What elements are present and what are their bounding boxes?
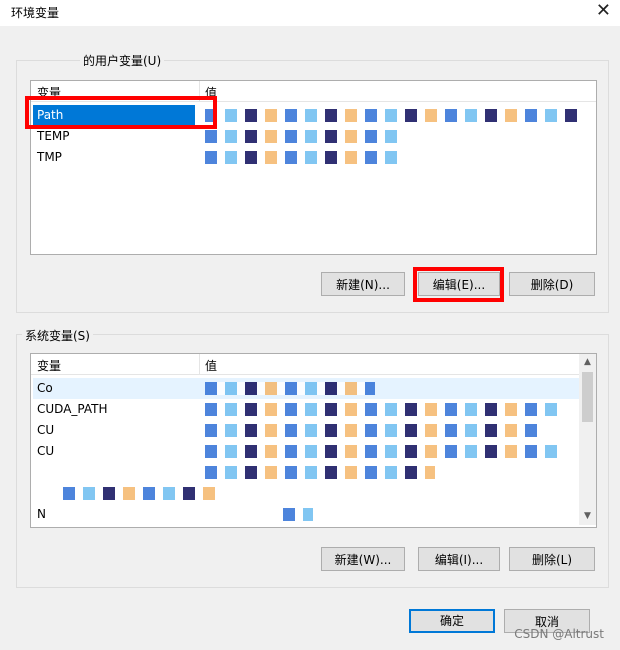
- column-separator: [199, 354, 200, 374]
- scroll-up-icon[interactable]: ▲: [579, 354, 596, 371]
- table-row[interactable]: N: [33, 504, 579, 525]
- table-row[interactable]: TEMP: [33, 126, 593, 147]
- user-new-button[interactable]: 新建(N)...: [321, 272, 405, 296]
- table-row[interactable]: CU: [33, 420, 579, 441]
- redacted-value: [205, 109, 577, 122]
- row-variable-name: N: [37, 507, 46, 521]
- close-icon[interactable]: ✕: [596, 1, 611, 21]
- title-bar: 环境变量 ✕: [0, 0, 620, 26]
- scroll-down-icon[interactable]: ▼: [579, 508, 596, 525]
- table-row[interactable]: [33, 462, 579, 483]
- redacted-value: [63, 487, 223, 500]
- user-variables-label: 的用户变量(U): [80, 52, 165, 69]
- column-header-value[interactable]: 值: [205, 357, 217, 374]
- redacted-value: [205, 382, 375, 395]
- table-row[interactable]: Co: [33, 378, 579, 399]
- row-variable-name: TMP: [37, 150, 62, 164]
- redacted-value: [205, 151, 405, 164]
- redacted-value: [205, 466, 435, 479]
- highlight-box-edit: [413, 267, 504, 302]
- table-row[interactable]: CUDA_PATH: [33, 399, 579, 420]
- window-title: 环境变量: [11, 6, 60, 20]
- redacted-value: [283, 508, 313, 521]
- redacted-value: [205, 424, 545, 437]
- row-variable-name: CU: [37, 444, 55, 458]
- row-variable-name: Co: [37, 381, 53, 395]
- vertical-scrollbar[interactable]: ▲ ▼: [579, 354, 596, 525]
- redacted-value: [205, 130, 405, 143]
- highlight-box-path: [25, 96, 217, 129]
- row-variable-name: TEMP: [37, 129, 70, 143]
- redacted-value: [205, 445, 565, 458]
- table-row[interactable]: TMP: [33, 147, 593, 168]
- ok-button[interactable]: 确定: [409, 609, 495, 633]
- table-row[interactable]: CU: [33, 441, 579, 462]
- scrollbar-thumb[interactable]: [582, 372, 593, 422]
- system-variables-list[interactable]: 变量 值 Co CUDA_PATH CU CU N ▲ ▼: [30, 353, 597, 528]
- row-variable-name: CU: [37, 423, 55, 437]
- redacted-value: [205, 403, 565, 416]
- system-variables-label: 系统变量(S): [22, 327, 93, 344]
- system-edit-button[interactable]: 编辑(I)...: [418, 547, 500, 571]
- user-delete-button[interactable]: 删除(D): [509, 272, 595, 296]
- row-variable-name: CUDA_PATH: [37, 402, 108, 416]
- watermark: CSDN @Altrust: [514, 627, 604, 641]
- column-header-variable[interactable]: 变量: [37, 357, 61, 374]
- system-new-button[interactable]: 新建(W)...: [321, 547, 405, 571]
- system-delete-button[interactable]: 删除(L): [509, 547, 595, 571]
- table-row[interactable]: [33, 483, 579, 504]
- list-header: 变量 值: [31, 354, 579, 375]
